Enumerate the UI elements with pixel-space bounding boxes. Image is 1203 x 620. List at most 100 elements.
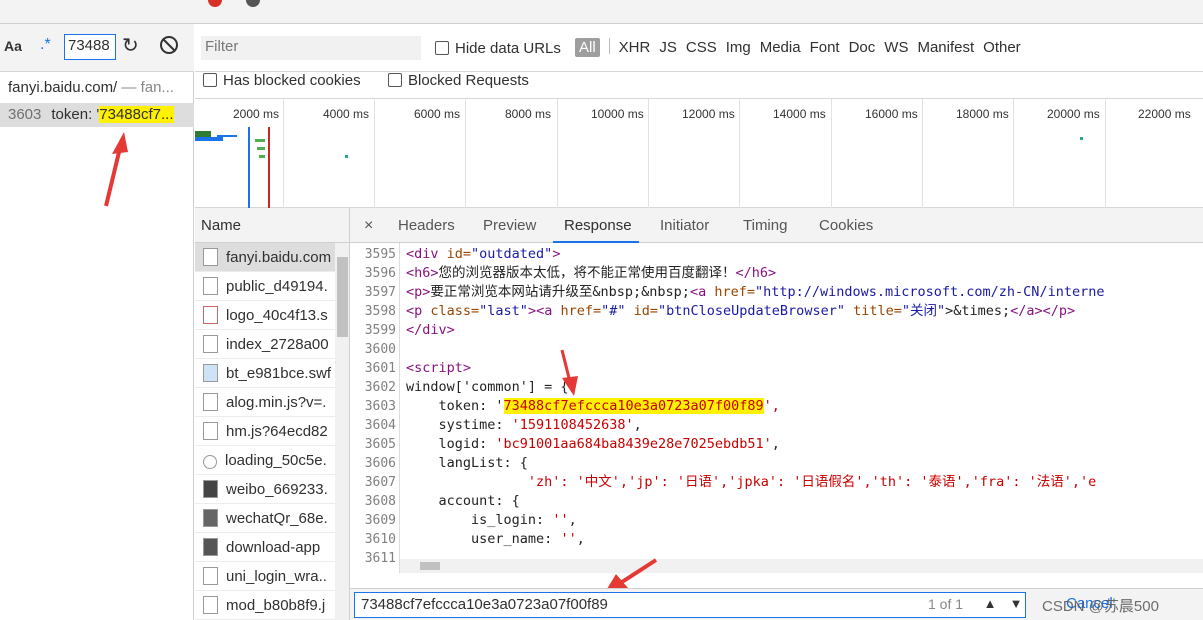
result-match: 73488cf7... <box>99 106 174 123</box>
request-row[interactable]: hm.js?64ecd82 <box>195 417 335 446</box>
watermark: CSDN @苏晨500 <box>1042 598 1159 615</box>
tick-label: 14000 ms <box>773 107 826 121</box>
name-column-header[interactable]: Name <box>195 208 350 243</box>
line-number: 3606 <box>364 456 396 471</box>
filter-all[interactable]: All <box>575 38 600 57</box>
filter-font[interactable]: Font <box>810 39 840 56</box>
next-match-button[interactable]: ▼ <box>1006 594 1026 614</box>
regex-toggle[interactable]: .* <box>40 36 51 54</box>
waterfall-bar <box>195 137 223 141</box>
request-row[interactable]: public_d49194. <box>195 272 335 301</box>
clear-search-icon[interactable] <box>160 36 178 54</box>
match-case-toggle[interactable]: Aa <box>4 38 22 54</box>
html-attr: title= <box>844 303 902 319</box>
tab-cookies[interactable]: Cookies <box>819 217 873 234</box>
tick-label: 18000 ms <box>956 107 1009 121</box>
filter-doc[interactable]: Doc <box>849 39 876 56</box>
response-search-input[interactable]: 73488cf7efccca10e3a0723a07f00f89 <box>354 592 1026 618</box>
waterfall-bar <box>259 155 265 158</box>
html-tag: <p> <box>406 284 431 300</box>
filter-css[interactable]: CSS <box>686 39 717 56</box>
filter-ws[interactable]: WS <box>884 39 908 56</box>
request-name: index_2728a00 <box>226 336 329 353</box>
request-list-scrollbar[interactable] <box>335 243 349 620</box>
html-tag: <a <box>689 284 715 300</box>
checkbox-icon <box>435 41 449 55</box>
tick-label: 10000 ms <box>591 107 644 121</box>
filter-xhr[interactable]: XHR <box>619 39 651 56</box>
request-row[interactable]: logo_40c4f13.s <box>195 301 335 330</box>
line-number: 3609 <box>364 513 396 528</box>
code-line: systime: '1591108452638', <box>406 416 642 435</box>
tick-label: 4000 ms <box>323 107 370 121</box>
grid-line <box>648 99 649 209</box>
html-tag: <p <box>406 303 431 319</box>
hide-data-urls-checkbox[interactable]: Hide data URLs <box>435 40 561 57</box>
waterfall-bar <box>217 135 237 137</box>
request-row[interactable]: loading_50c5e. <box>195 446 335 475</box>
filter-js[interactable]: JS <box>659 39 677 56</box>
code-line: logid: 'bc91001aa684ba8439e28e7025ebdb51… <box>406 435 780 454</box>
request-row[interactable]: mod_b80b8f9.j <box>195 591 335 620</box>
close-icon[interactable]: × <box>364 217 373 235</box>
horizontal-scrollbar[interactable] <box>400 559 1203 573</box>
response-code-view[interactable]: 3595 3596 3597 3598 3599 3600 3601 3602 … <box>350 243 1203 573</box>
response-search-bar: 73488cf7efccca10e3a0723a07f00f89 1 of 1 … <box>350 588 1203 620</box>
has-blocked-cookies-checkbox[interactable]: Has blocked cookies <box>203 72 361 89</box>
filter-input[interactable]: Filter <box>201 36 421 60</box>
filter-other[interactable]: Other <box>983 39 1021 56</box>
scroll-thumb[interactable] <box>337 257 348 337</box>
request-row[interactable]: uni_login_wra.. <box>195 562 335 591</box>
line-number: 3604 <box>364 418 396 433</box>
request-name: loading_50c5e. <box>225 452 327 469</box>
file-icon <box>203 393 218 411</box>
tick-label: 8000 ms <box>505 107 552 121</box>
filter-manifest[interactable]: Manifest <box>917 39 974 56</box>
tab-timing[interactable]: Timing <box>743 217 787 234</box>
refresh-icon[interactable]: ↻ <box>122 34 139 58</box>
previous-match-button[interactable]: ▲ <box>980 594 1000 614</box>
request-row[interactable]: fanyi.baidu.com <box>195 243 335 272</box>
line-number: 3598 <box>364 304 396 319</box>
search-result-line[interactable]: 3603 token: '73488cf7... <box>0 103 194 127</box>
search-result-file[interactable]: fanyi.baidu.com/ — fan... <box>0 79 194 101</box>
line-number-gutter: 3595 3596 3597 3598 3599 3600 3601 3602 … <box>350 243 400 573</box>
tab-initiator[interactable]: Initiator <box>660 217 709 234</box>
request-name: weibo_669233. <box>226 481 328 498</box>
tab-response[interactable]: Response <box>564 217 632 234</box>
network-timeline[interactable]: 2000 ms 4000 ms 6000 ms 8000 ms 10000 ms… <box>195 98 1203 209</box>
clear-log-icon[interactable] <box>246 0 260 7</box>
filter-img[interactable]: Img <box>726 39 751 56</box>
request-row[interactable]: wechatQr_68e. <box>195 504 335 533</box>
line-number: 3596 <box>364 266 396 281</box>
request-row[interactable]: weibo_669233. <box>195 475 335 504</box>
request-row[interactable]: alog.min.js?v=. <box>195 388 335 417</box>
image-icon <box>203 306 218 324</box>
divider <box>608 38 610 54</box>
match-count: 1 of 1 <box>928 596 964 612</box>
search-input[interactable]: 73488 <box>64 34 116 60</box>
image-icon <box>203 480 218 498</box>
record-icon[interactable] <box>208 0 222 7</box>
code-line: is_login: '', <box>406 511 577 530</box>
filter-media[interactable]: Media <box>760 39 801 56</box>
request-row[interactable]: index_2728a00 <box>195 330 335 359</box>
blocked-requests-checkbox[interactable]: Blocked Requests <box>388 72 529 89</box>
result-prefix: token: ' <box>51 106 100 123</box>
image-icon <box>203 538 218 556</box>
tab-preview[interactable]: Preview <box>483 217 536 234</box>
request-name: hm.js?64ecd82 <box>226 423 328 440</box>
search-panel: Aa .* 73488 ↻ fanyi.baidu.com/ — fan... … <box>0 24 194 620</box>
line-number: 3602 <box>364 380 396 395</box>
scroll-thumb[interactable] <box>420 562 440 570</box>
request-row[interactable]: download-app <box>195 533 335 562</box>
html-attr: class= <box>430 303 480 319</box>
js-punct: , <box>771 436 780 452</box>
js-key: token: ' <box>406 398 504 414</box>
result-file-name: fanyi.baidu.com/ <box>8 79 118 96</box>
request-row[interactable]: bt_e981bce.swf <box>195 359 335 388</box>
html-attr: id= <box>446 246 472 262</box>
file-icon <box>203 596 218 614</box>
tab-headers[interactable]: Headers <box>398 217 455 234</box>
html-tag: </a></p> <box>1010 303 1076 319</box>
